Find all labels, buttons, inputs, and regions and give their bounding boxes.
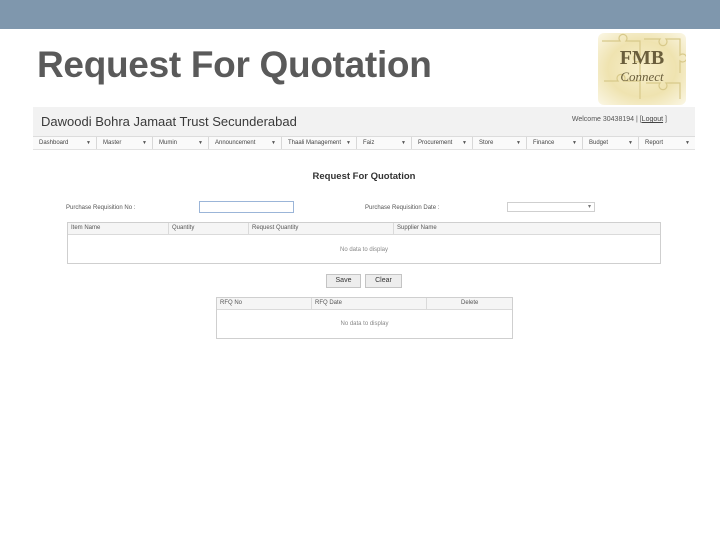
caret-down-icon: ▼ bbox=[142, 140, 147, 146]
requisition-date-select[interactable]: ▾ bbox=[507, 202, 595, 212]
caret-down-icon: ▼ bbox=[271, 140, 276, 146]
caret-down-icon: ▼ bbox=[86, 140, 91, 146]
column-item-name[interactable]: Item Name bbox=[68, 223, 169, 234]
menu-label: Announcement bbox=[215, 140, 256, 146]
menu-report[interactable]: Report ▼ bbox=[639, 137, 695, 149]
items-grid: Item Name Quantity Request Quantity Supp… bbox=[67, 222, 661, 264]
chevron-down-icon: ▾ bbox=[587, 204, 591, 210]
items-grid-header: Item Name Quantity Request Quantity Supp… bbox=[68, 223, 660, 235]
menu-mumin[interactable]: Mumin ▼ bbox=[153, 137, 209, 149]
menu-label: Dashboard bbox=[39, 140, 69, 146]
welcome-user: Welcome 30438194 | [ bbox=[571, 116, 642, 123]
clear-button[interactable]: Clear bbox=[365, 274, 402, 288]
column-quantity[interactable]: Quantity bbox=[169, 223, 249, 234]
logo-text-connect: Connect bbox=[620, 69, 664, 84]
menu-label: Report bbox=[645, 140, 664, 146]
caret-down-icon: ▼ bbox=[628, 140, 633, 146]
menu-label: Thaali Management bbox=[288, 140, 342, 146]
menu-procurement[interactable]: Procurement ▼ bbox=[412, 137, 473, 149]
slide-title: Request For Quotation bbox=[37, 44, 432, 85]
rfq-grid: RFQ No RFQ Date Delete No data to displa… bbox=[216, 297, 513, 339]
column-rfq-no[interactable]: RFQ No bbox=[217, 298, 312, 309]
welcome-bracket: ] bbox=[665, 116, 667, 123]
menu-label: Faiz bbox=[363, 140, 375, 146]
save-button[interactable]: Save bbox=[326, 274, 361, 288]
rfq-grid-header: RFQ No RFQ Date Delete bbox=[217, 298, 512, 310]
welcome-text: Welcome 30438194 | [Logout ] bbox=[572, 116, 667, 123]
menu-label: Procurement bbox=[418, 140, 453, 146]
caret-down-icon: ▼ bbox=[572, 140, 577, 146]
caret-down-icon: ▼ bbox=[685, 140, 690, 146]
app-screenshot: Dawoodi Bohra Jamaat Trust Secunderabad … bbox=[33, 107, 695, 347]
caret-down-icon: ▼ bbox=[462, 140, 467, 146]
caret-down-icon: ▼ bbox=[516, 140, 521, 146]
logout-link[interactable]: Logout bbox=[642, 116, 663, 123]
menu-label: Finance bbox=[533, 140, 555, 146]
menu-store[interactable]: Store ▼ bbox=[473, 137, 527, 149]
main-menu: Dashboard ▼ Master ▼ Mumin ▼ Announcement ▼ … bbox=[33, 137, 695, 150]
menu-budget[interactable]: Budget ▼ bbox=[583, 137, 639, 149]
form-title: Request For Quotation bbox=[312, 171, 416, 182]
menu-finance[interactable]: Finance ▼ bbox=[527, 137, 583, 149]
column-delete[interactable]: Delete bbox=[427, 298, 513, 309]
top-band bbox=[0, 0, 720, 29]
menu-label: Budget bbox=[589, 140, 609, 146]
caret-down-icon: ▼ bbox=[401, 140, 406, 146]
menu-label: Store bbox=[479, 140, 494, 146]
caret-down-icon: ▼ bbox=[346, 140, 351, 146]
items-grid-empty: No data to display bbox=[339, 247, 389, 253]
menu-thaali-management[interactable]: Thaali Management ▼ bbox=[282, 137, 357, 149]
fmb-connect-logo: FMB Connect bbox=[598, 33, 686, 105]
requisition-no-label: Purchase Requisition No : bbox=[66, 205, 136, 211]
caret-down-icon: ▼ bbox=[198, 140, 203, 146]
requisition-no-input[interactable] bbox=[199, 201, 294, 213]
app-header: Dawoodi Bohra Jamaat Trust Secunderabad … bbox=[33, 107, 695, 137]
menu-dashboard[interactable]: Dashboard ▼ bbox=[33, 137, 97, 149]
menu-master[interactable]: Master ▼ bbox=[97, 137, 153, 149]
requisition-date-label: Purchase Requisition Date : bbox=[365, 205, 440, 211]
app-name: Dawoodi Bohra Jamaat Trust Secunderabad bbox=[41, 114, 297, 129]
logo-text-fmb: FMB bbox=[619, 47, 665, 69]
column-supplier-name[interactable]: Supplier Name bbox=[394, 223, 661, 234]
menu-label: Master bbox=[103, 140, 122, 146]
column-rfq-date[interactable]: RFQ Date bbox=[312, 298, 427, 309]
rfq-grid-empty: No data to display bbox=[340, 321, 389, 327]
menu-faiz[interactable]: Faiz ▼ bbox=[357, 137, 412, 149]
menu-label: Mumin bbox=[159, 140, 178, 146]
menu-announcement[interactable]: Announcement ▼ bbox=[209, 137, 282, 149]
column-request-quantity[interactable]: Request Quantity bbox=[249, 223, 394, 234]
